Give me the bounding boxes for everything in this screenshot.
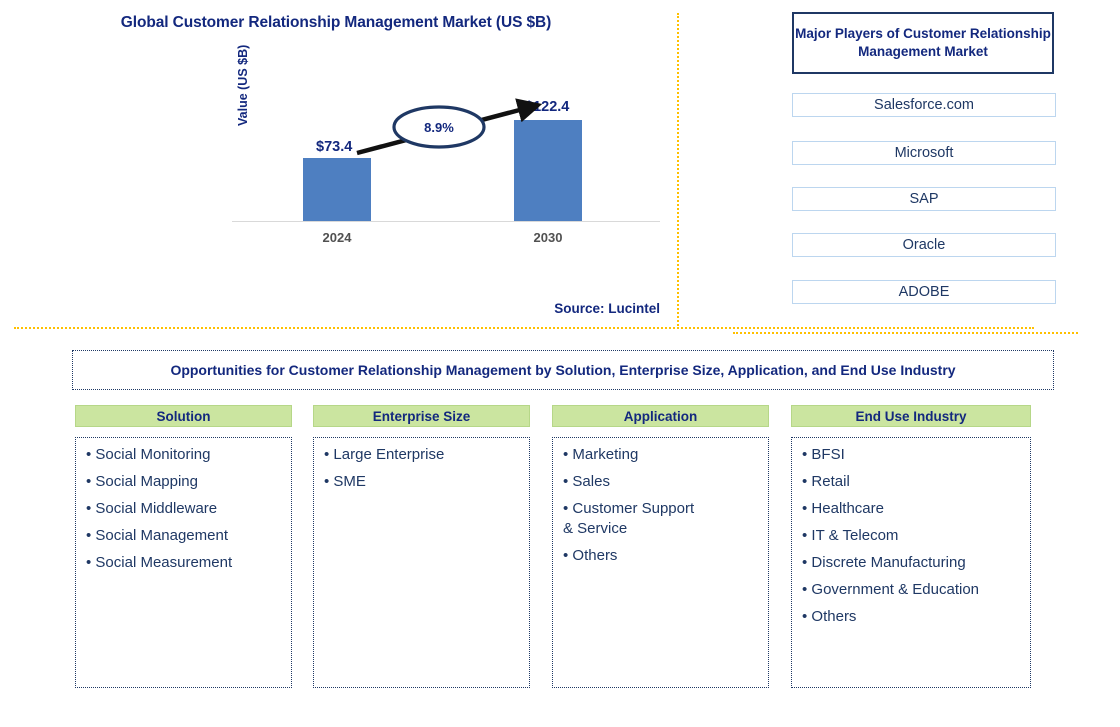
list-item: BFSI <box>802 445 1030 465</box>
source-note: Source: Lucintel <box>554 301 660 316</box>
list-item: Social Measurement <box>86 553 291 573</box>
list-item: Healthcare <box>802 499 1030 519</box>
cagr-value: 8.9% <box>424 120 454 135</box>
horizontal-divider <box>14 327 1034 329</box>
list-item: SME <box>324 472 529 492</box>
list-item: Discrete Manufacturing <box>802 553 1030 573</box>
bar-value-2024: $73.4 <box>316 139 353 155</box>
list-item: Others <box>563 546 768 566</box>
list-item: Social Monitoring <box>86 445 291 465</box>
column-header-enterprise-size: Enterprise Size <box>313 405 530 427</box>
list-item: Sales <box>563 472 768 492</box>
list-item: IT & Telecom <box>802 526 1030 546</box>
column-header-application: Application <box>552 405 769 427</box>
chart-baseline <box>232 221 660 222</box>
list-item: Others <box>802 607 1030 627</box>
player-item-microsoft[interactable]: Microsoft <box>792 141 1056 165</box>
list-item: Marketing <box>563 445 768 465</box>
column-body-enterprise-size: Large Enterprise SME <box>313 437 530 688</box>
x-tick-2030: 2030 <box>533 230 563 245</box>
opportunities-banner: Opportunities for Customer Relationship … <box>72 350 1054 390</box>
list-item: Large Enterprise <box>324 445 529 465</box>
column-body-application: Marketing Sales Customer Support & Servi… <box>552 437 769 688</box>
player-item-adobe[interactable]: ADOBE <box>792 280 1056 304</box>
chart-title: Global Customer Relationship Management … <box>120 14 552 31</box>
vertical-divider <box>677 13 679 326</box>
player-item-salesforce[interactable]: Salesforce.com <box>792 93 1056 117</box>
list-item: Social Middleware <box>86 499 291 519</box>
column-header-end-use-industry: End Use Industry <box>791 405 1031 427</box>
player-item-sap[interactable]: SAP <box>792 187 1056 211</box>
chart-y-axis-label: Value (US $B) <box>236 44 250 126</box>
player-item-oracle[interactable]: Oracle <box>792 233 1056 257</box>
column-header-solution: Solution <box>75 405 292 427</box>
column-body-solution: Social Monitoring Social Mapping Social … <box>75 437 292 688</box>
list-item: Social Mapping <box>86 472 291 492</box>
list-item: Retail <box>802 472 1030 492</box>
column-body-end-use-industry: BFSI Retail Healthcare IT & Telecom Disc… <box>791 437 1031 688</box>
horizontal-divider-right <box>733 332 1078 334</box>
list-item: Customer Support & Service <box>563 499 768 539</box>
x-tick-2024: 2024 <box>322 230 352 245</box>
bar-2024 <box>303 158 371 221</box>
major-players-header: Major Players of Customer Relationship M… <box>792 12 1054 74</box>
list-item: Government & Education <box>802 580 1030 600</box>
list-item: Social Management <box>86 526 291 546</box>
